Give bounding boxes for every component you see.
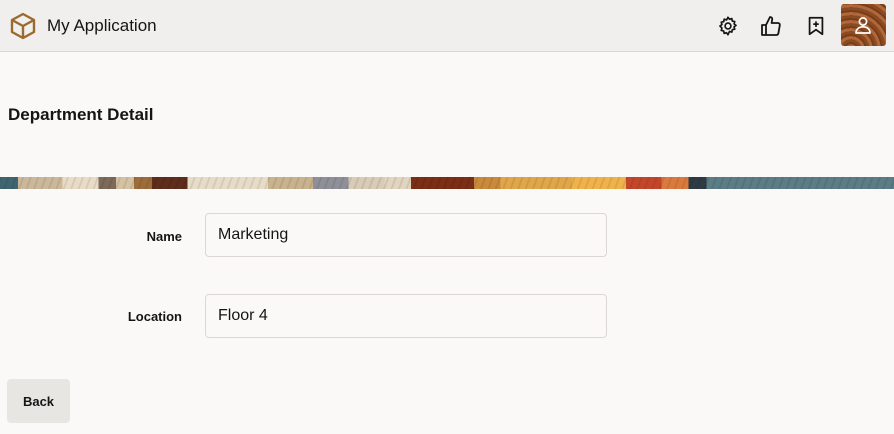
decorative-banner [0, 177, 894, 189]
settings-button[interactable] [714, 12, 742, 40]
bookmark-button[interactable] [802, 12, 830, 40]
name-input[interactable] [205, 213, 607, 257]
page-title: Department Detail [8, 105, 154, 124]
location-input[interactable] [205, 294, 607, 338]
back-button[interactable]: Back [7, 379, 70, 423]
thumbs-up-icon [761, 16, 781, 36]
location-label: Location [127, 309, 182, 324]
app-header: My Application [0, 0, 894, 52]
box-icon [10, 12, 36, 40]
user-avatar-button[interactable] [841, 4, 886, 46]
gear-icon [719, 16, 737, 36]
name-label: Name [146, 229, 182, 244]
user-icon [855, 17, 871, 34]
bookmark-plus-icon [808, 16, 824, 36]
like-button[interactable] [757, 12, 785, 40]
app-title: My Application [47, 16, 157, 35]
